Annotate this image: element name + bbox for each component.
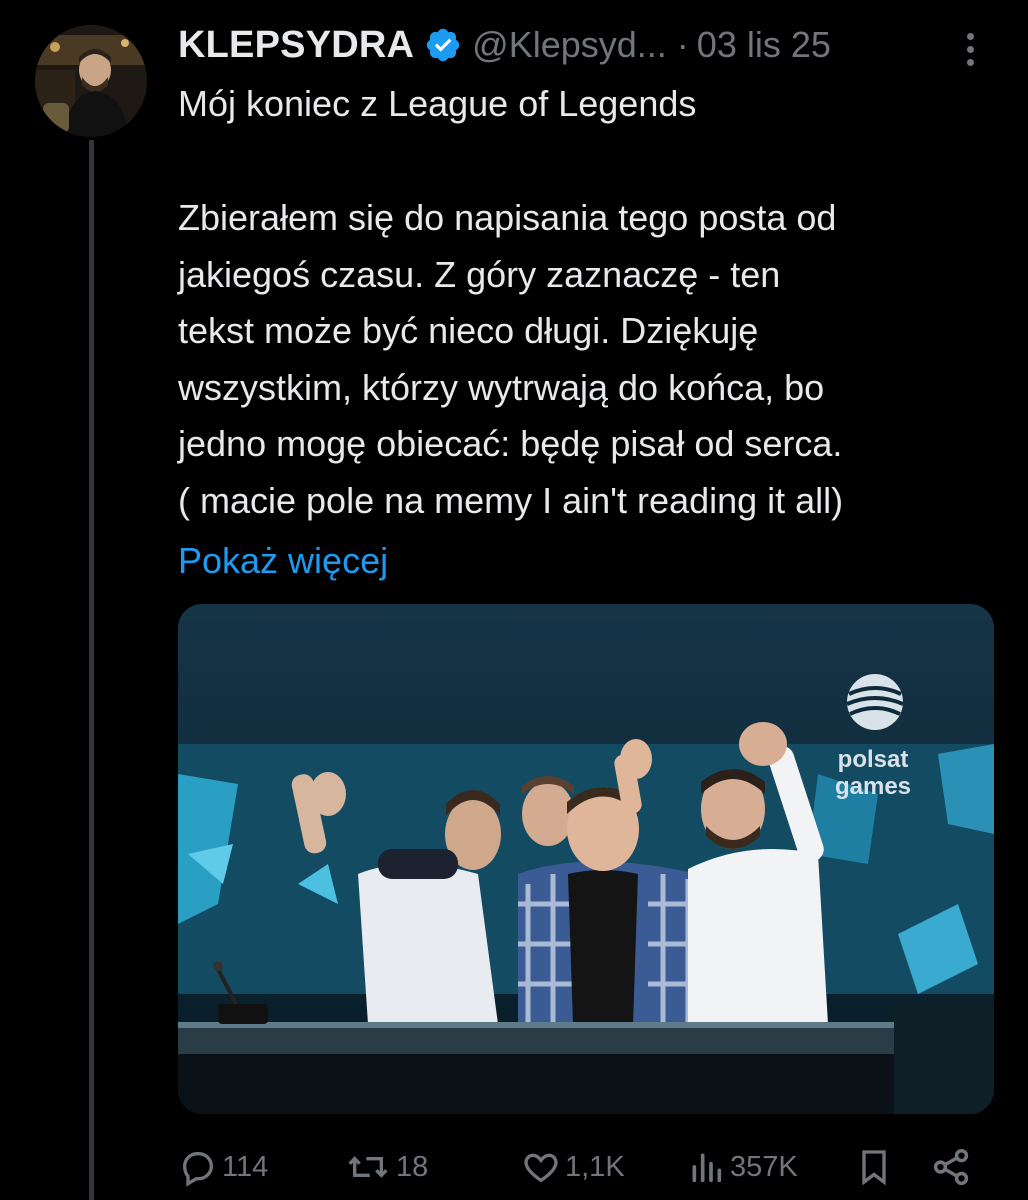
share-button[interactable] [930,1140,976,1194]
reply-count: 114 [222,1150,269,1183]
post-actions: 114 18 1,1K 357K [178,1140,998,1194]
repost-button[interactable]: 18 [344,1140,428,1194]
post-body-line: Zbierałem się do napisania tego posta od [178,197,837,238]
bookmark-button[interactable] [854,1140,898,1194]
repost-icon [348,1156,388,1178]
author-display-name[interactable]: KLEPSYDRA [178,24,414,67]
post-body: Zbierałem się do napisania tego posta od… [178,190,1008,529]
share-icon [933,1148,969,1186]
media-photo: polsat games [178,604,994,1114]
post-header: KLEPSYDRA @Klepsyd... · 03 lis 25 [178,20,978,70]
polsat-logo [846,674,904,730]
views-button[interactable]: 357K [686,1140,798,1194]
post-media-image[interactable]: polsat games [178,604,994,1114]
post-title: Mój koniec z League of Legends [178,83,697,124]
reply-icon [182,1152,214,1187]
reply-button[interactable]: 114 [178,1140,268,1194]
avatar-image [35,25,147,137]
post-body-line: ( macie pole na memy I ain't reading it … [178,479,844,521]
post-date[interactable]: 03 lis 25 [697,24,831,66]
views-icon [692,1153,722,1183]
bookmark-icon [862,1150,886,1186]
like-button[interactable]: 1,1K [521,1140,625,1194]
thread-line [89,140,94,1200]
post-body-line: jakiegoś czasu. Z góry zaznaczę - ten [178,253,781,295]
more-vertical-icon[interactable] [955,27,985,71]
author-handle[interactable]: @Klepsyd... [472,24,667,66]
repost-count: 18 [396,1150,429,1183]
avatar[interactable] [35,25,147,137]
watermark-polsat: polsat [838,746,909,773]
separator-dot: · [676,24,689,65]
like-count: 1,1K [565,1150,625,1183]
post-body-line: jedno mogę obiecać: będę pisał od serca. [178,423,843,464]
post-body-line: tekst może być nieco długi. Dziękuję [178,310,759,351]
post-body-line: wszystkim, którzy wytrwają do końca, bo [178,366,825,408]
show-more-link[interactable]: Pokaż więcej [178,533,388,589]
views-count: 357K [730,1150,798,1183]
heart-icon [524,1153,558,1183]
watermark-games: games [835,773,911,800]
verified-badge-icon [426,28,460,62]
